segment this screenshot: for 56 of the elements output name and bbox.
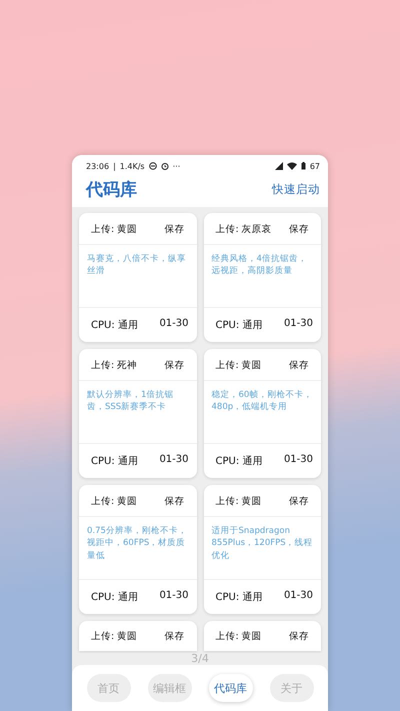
config-description: 经典风格，4倍抗锯齿，远视距，高阴影质量 [210, 253, 308, 278]
cpu-label: CPU: 通用 [216, 590, 262, 604]
wifi-icon [286, 162, 297, 170]
cpu-label: CPU: 通用 [91, 590, 138, 604]
cpu-label: CPU: 通用 [216, 454, 262, 468]
config-description: 稳定，60帧，刚枪不卡，480p，低端机专用 [210, 388, 314, 414]
uploader-label: 上传: 黄圆 [216, 359, 262, 372]
dnd-icon [148, 162, 157, 170]
code-card[interactable]: 上传: 黄圆 保存 适用于Snapdragon 855Plus，120FPS，线程优化 CPU: 通用 01-30 [204, 485, 321, 614]
date-label: 01-30 [284, 454, 313, 467]
uploader-label: 上传: 灰原哀 [216, 223, 272, 236]
cpu-label: CPU: 通用 [91, 454, 138, 468]
alarm-icon [160, 162, 169, 170]
config-description: 马赛克，八倍不卡，纵享丝滑 [86, 252, 187, 278]
save-link[interactable]: 保存 [289, 630, 309, 643]
config-description: 适用于Snapdragon 855Plus，120FPS，线程优化 [210, 525, 314, 563]
save-link[interactable]: 保存 [164, 359, 184, 372]
battery-level: 67 [310, 162, 320, 170]
code-card[interactable]: 上传: 黄圆 保存 [204, 621, 321, 651]
code-card[interactable]: 上传: 黄圆 保存 稳定，60帧，刚枪不卡，480p，低端机专用 CPU: 通用 01-30 [204, 349, 321, 478]
code-card[interactable]: 上传: 灰原哀 保存 经典风格，4倍抗锯齿，远视距，高阴影质量 CPU: 通用 01-30 [204, 213, 321, 342]
network-speed: 1.4K/s [120, 162, 145, 170]
quick-start-link[interactable]: 快速启动 [272, 182, 320, 196]
config-description: 默认分辨率，1倍抗锯齿，SSS新赛季不卡 [86, 388, 174, 414]
uploader-label: 上传: 黄圆 [91, 630, 138, 643]
save-link[interactable]: 保存 [164, 630, 184, 643]
code-card[interactable]: 上传: 死神 保存 默认分辨率，1倍抗锯齿，SSS新赛季不卡 CPU: 通用 01-30 [79, 349, 196, 478]
code-card[interactable]: 上传: 黄圆 保存 0.75分辨率，刚枪不卡，视距中，60FPS，材质质量低 CPU: 通用 01-30 [79, 485, 196, 614]
uploader-label: 上传: 死神 [91, 359, 138, 372]
code-card[interactable]: 上传: 黄圆 保存 马赛克，八倍不卡，纵享丝滑 CPU: 通用 01-30 [79, 213, 196, 342]
uploader-label: 上传: 黄圆 [91, 495, 138, 508]
save-link[interactable]: 保存 [164, 495, 184, 508]
date-label: 01-30 [284, 590, 313, 603]
status-separator: | [113, 162, 116, 170]
page-indicator: 3/4 [190, 653, 210, 665]
save-link[interactable]: 保存 [289, 359, 309, 372]
save-link[interactable]: 保存 [164, 223, 184, 236]
save-link[interactable]: 保存 [289, 495, 309, 508]
date-label: 01-30 [284, 318, 313, 331]
battery-icon [300, 162, 306, 170]
uploader-label: 上传: 黄圆 [216, 630, 262, 643]
uploader-label: 上传: 黄圆 [216, 495, 262, 508]
uploader-label: 上传: 黄圆 [91, 223, 138, 236]
save-link[interactable]: 保存 [289, 223, 309, 236]
signal-icon [274, 162, 283, 170]
date-label: 01-30 [159, 590, 188, 603]
code-card[interactable]: 上传: 黄圆 保存 [79, 621, 196, 651]
config-description: 0.75分辨率，刚枪不卡，视距中，60FPS，材质质量低 [86, 524, 188, 563]
nav-tab[interactable]: 代码库 [208, 674, 252, 702]
cpu-label: CPU: 通用 [216, 318, 262, 332]
cpu-label: CPU: 通用 [91, 318, 138, 332]
date-label: 01-30 [159, 318, 188, 331]
status-time: 23:06 [86, 162, 110, 170]
date-label: 01-30 [159, 454, 188, 467]
page-title: 代码库 [86, 178, 137, 200]
more-indicator: ··· [172, 162, 180, 170]
